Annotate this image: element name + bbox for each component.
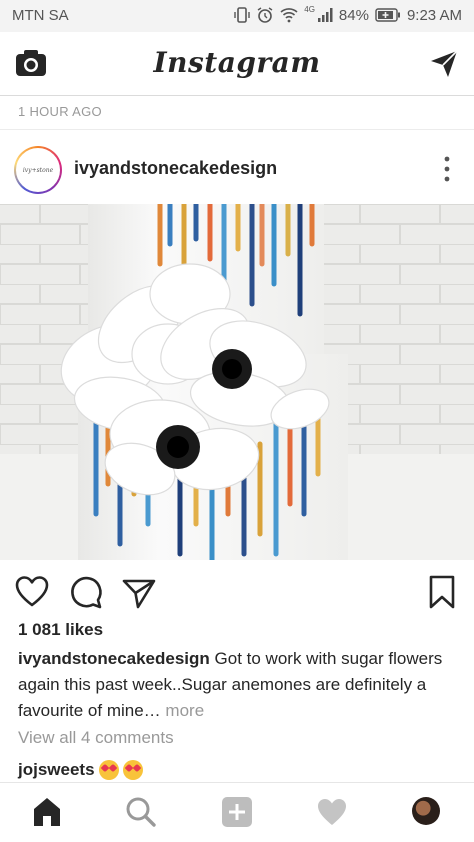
battery-percent: 84%: [338, 6, 369, 24]
add-post-icon[interactable]: [220, 795, 254, 829]
post-header: ivy+stone ivyandstonecakedesign: [0, 138, 474, 200]
cake-image: [0, 204, 474, 560]
clock: 9:23 AM: [406, 6, 462, 24]
search-icon[interactable]: [124, 795, 158, 829]
share-icon[interactable]: [121, 574, 157, 610]
network-type: 4G: [304, 4, 315, 14]
post-caption: ivyandstonecakedesign Got to work with s…: [18, 646, 458, 724]
like-count[interactable]: 1 081 likes: [18, 620, 103, 640]
view-comments-link[interactable]: View all 4 comments: [18, 728, 174, 748]
carrier-label: MTN SA: [12, 7, 69, 24]
post-divider: [0, 129, 474, 130]
bookmark-icon[interactable]: [424, 574, 460, 610]
status-icons: 4G 84% 9:23 AM: [234, 4, 462, 24]
post-username[interactable]: ivyandstonecakedesign: [74, 158, 277, 179]
signal-icon: [317, 8, 333, 22]
heart-icon[interactable]: [14, 574, 50, 610]
battery-icon: [375, 8, 400, 22]
more-vertical-icon[interactable]: [442, 154, 452, 184]
app-header: Instagram: [0, 32, 474, 96]
wifi-icon: [280, 8, 298, 23]
profile-avatar[interactable]: [412, 797, 440, 825]
post-actions: [0, 570, 474, 614]
comment-row: jojsweets: [18, 760, 143, 780]
heart-eyes-emoji: [98, 760, 119, 780]
comment-icon[interactable]: [68, 574, 104, 610]
alarm-icon: [257, 7, 273, 23]
bottom-nav: [0, 782, 474, 842]
paper-plane-icon[interactable]: [428, 48, 460, 80]
post-author-avatar[interactable]: ivy+stone: [14, 146, 62, 194]
caption-username[interactable]: ivyandstonecakedesign: [18, 649, 210, 668]
caption-more-link[interactable]: more: [161, 701, 204, 720]
vibrate-icon: [234, 7, 250, 23]
previous-post-time: 1 HOUR AGO: [18, 104, 102, 119]
comment-username[interactable]: jojsweets: [18, 760, 95, 780]
brand-logo: Instagram: [153, 46, 321, 79]
heart-eyes-emoji: [122, 760, 143, 780]
status-bar: MTN SA 4G 84% 9:23 AM: [0, 0, 474, 32]
activity-heart-icon[interactable]: [315, 795, 349, 829]
home-icon[interactable]: [30, 795, 64, 829]
avatar-logo: ivy+stone: [16, 148, 60, 192]
post-photo[interactable]: [0, 204, 474, 560]
